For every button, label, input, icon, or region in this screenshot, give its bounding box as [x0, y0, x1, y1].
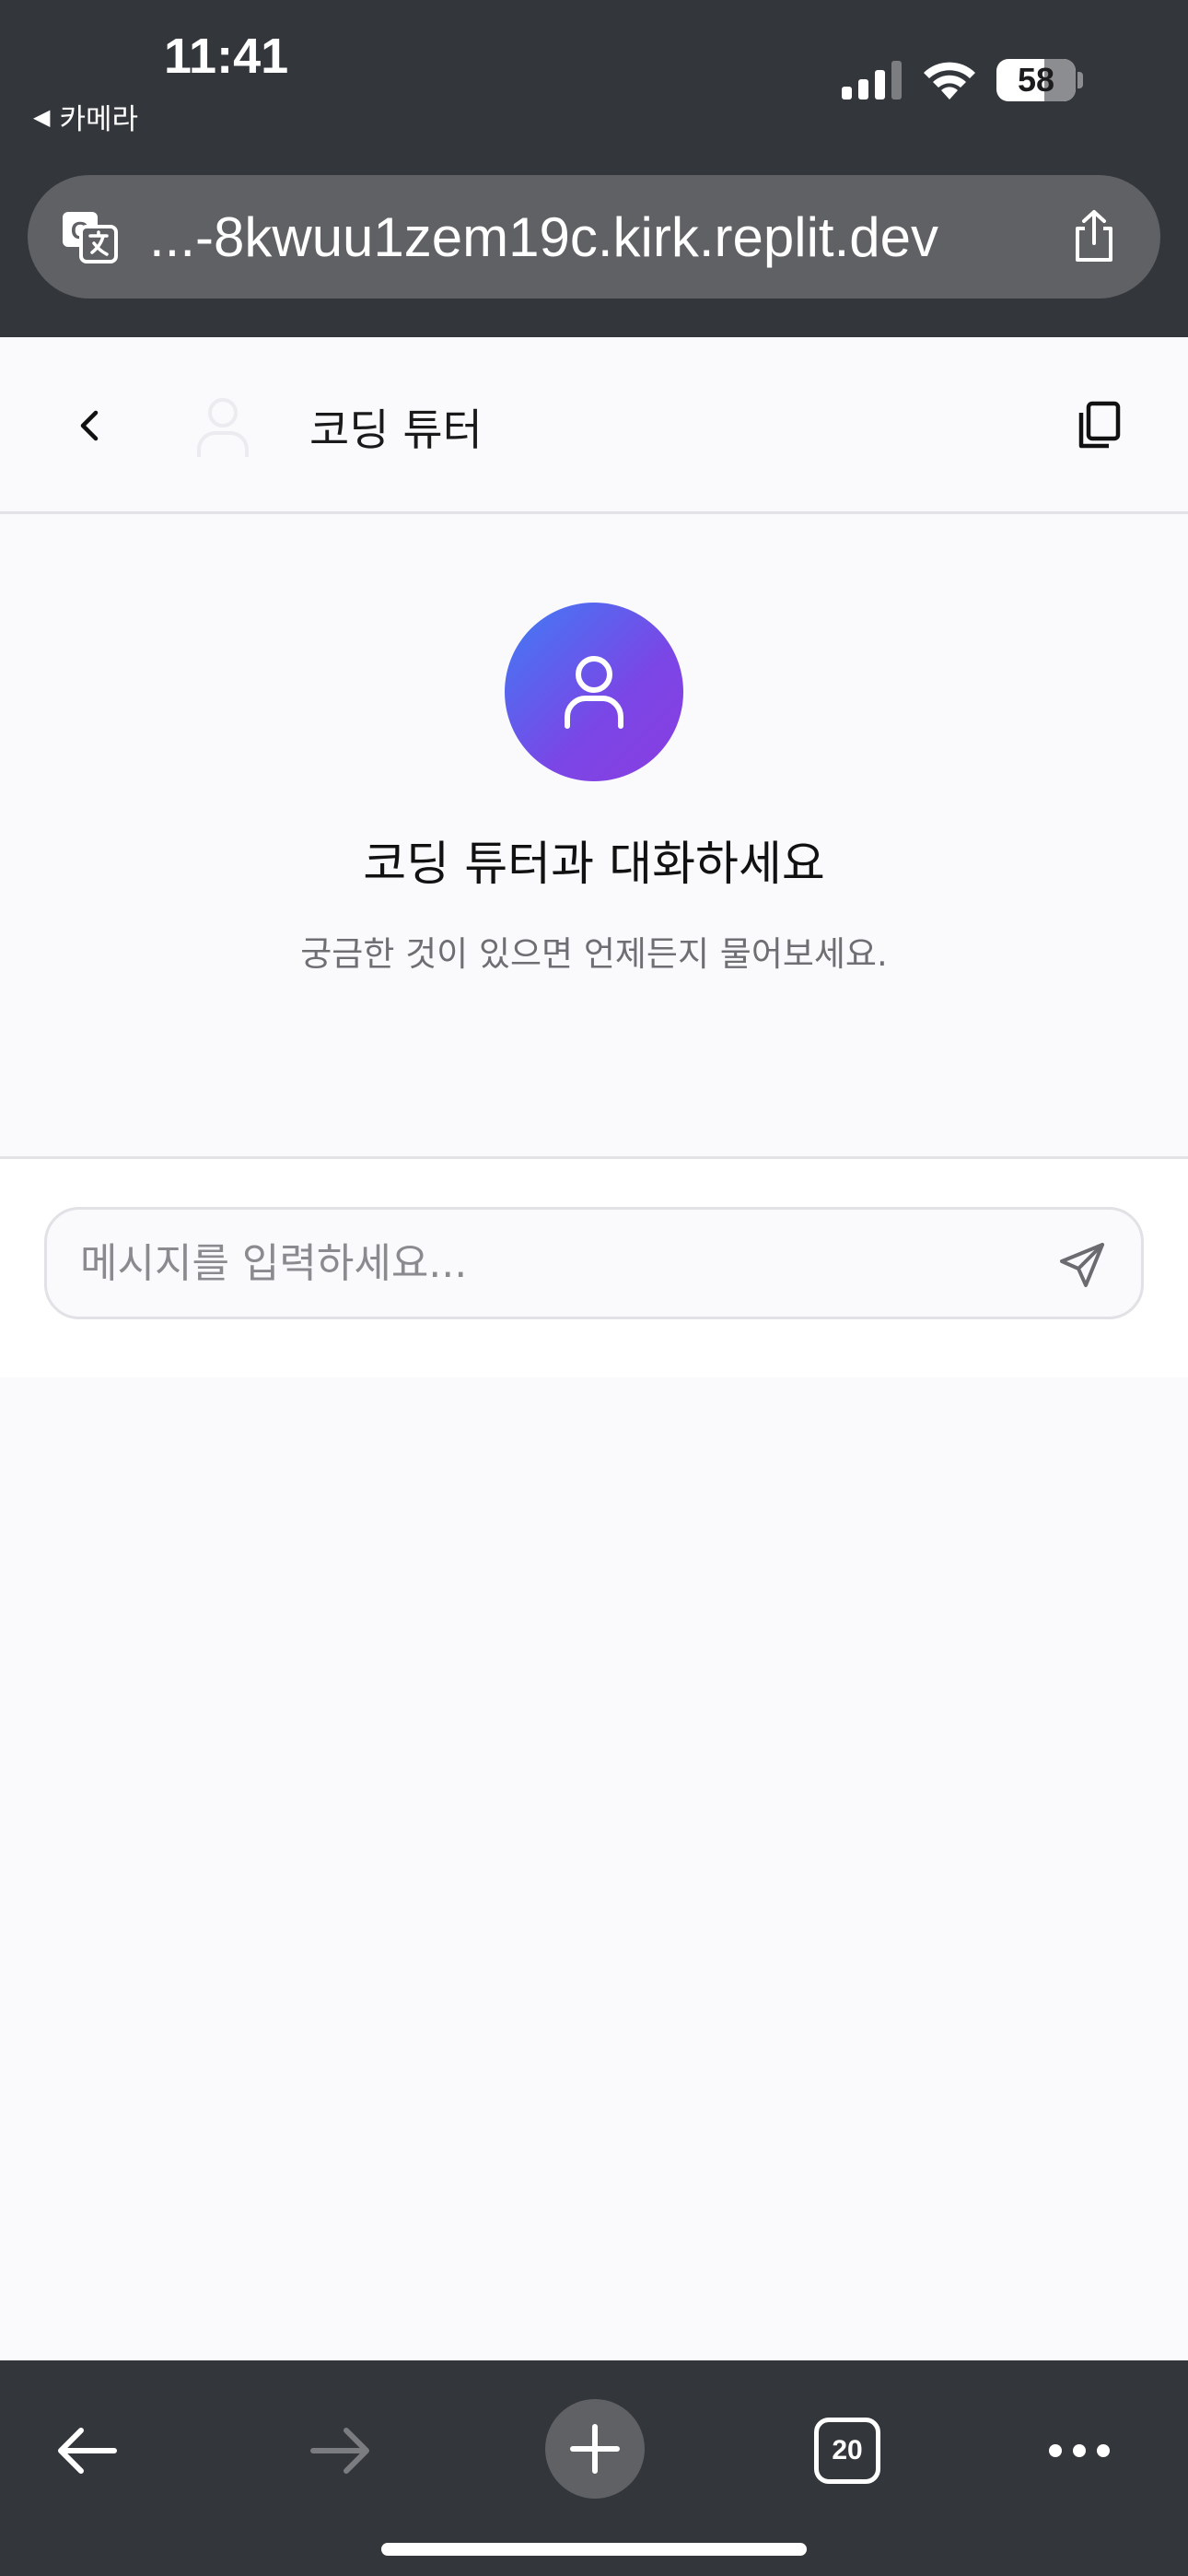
chat-title: 코딩 튜터 [309, 404, 483, 456]
browser-top-chrome: 11:41 ◀ 카메라 58 G ...-8kwuu1zem19c.kirk.r… [0, 0, 1188, 337]
back-to-app-link[interactable]: ◀ 카메라 [33, 96, 138, 137]
message-composer [0, 1156, 1188, 1377]
url-text[interactable]: ...-8kwuu1zem19c.kirk.replit.dev [149, 175, 1061, 299]
tutor-avatar [505, 603, 683, 781]
share-icon[interactable] [1068, 208, 1120, 263]
message-input-container[interactable] [44, 1207, 1144, 1319]
chat-header: 코딩 튜터 [0, 337, 1188, 514]
back-triangle-icon: ◀ [33, 103, 51, 130]
message-input[interactable] [80, 1210, 1038, 1317]
copy-icon[interactable] [1074, 400, 1124, 451]
translate-icon[interactable]: G [61, 208, 118, 265]
back-app-label: 카메라 [59, 103, 139, 136]
empty-state-title: 코딩 튜터과 대화하세요 [363, 837, 825, 892]
back-chevron-icon[interactable] [66, 402, 114, 450]
plus-icon [570, 2424, 620, 2474]
user-icon [565, 656, 623, 729]
wifi-icon [924, 62, 975, 100]
browser-bottom-toolbar: 20 [0, 2360, 1188, 2576]
tab-switcher-button[interactable]: 20 [814, 2418, 880, 2484]
battery-cap [1077, 72, 1083, 88]
address-bar[interactable]: G ...-8kwuu1zem19c.kirk.replit.dev [28, 175, 1160, 299]
new-tab-button[interactable] [545, 2399, 645, 2499]
send-icon[interactable] [1056, 1239, 1108, 1291]
battery-level: 58 [1017, 61, 1055, 99]
cellular-signal-icon [842, 61, 902, 100]
more-options-icon[interactable] [1046, 2438, 1112, 2464]
back-arrow-icon[interactable] [53, 2421, 120, 2480]
forward-arrow-icon[interactable] [308, 2421, 374, 2480]
tutor-avatar-icon [197, 398, 249, 457]
status-time: 11:41 [164, 29, 289, 84]
empty-state-subtitle: 궁금한 것이 있으면 언제든지 물어보세요. [300, 934, 888, 974]
home-indicator[interactable] [381, 2543, 807, 2556]
battery-icon: 58 [996, 59, 1076, 101]
